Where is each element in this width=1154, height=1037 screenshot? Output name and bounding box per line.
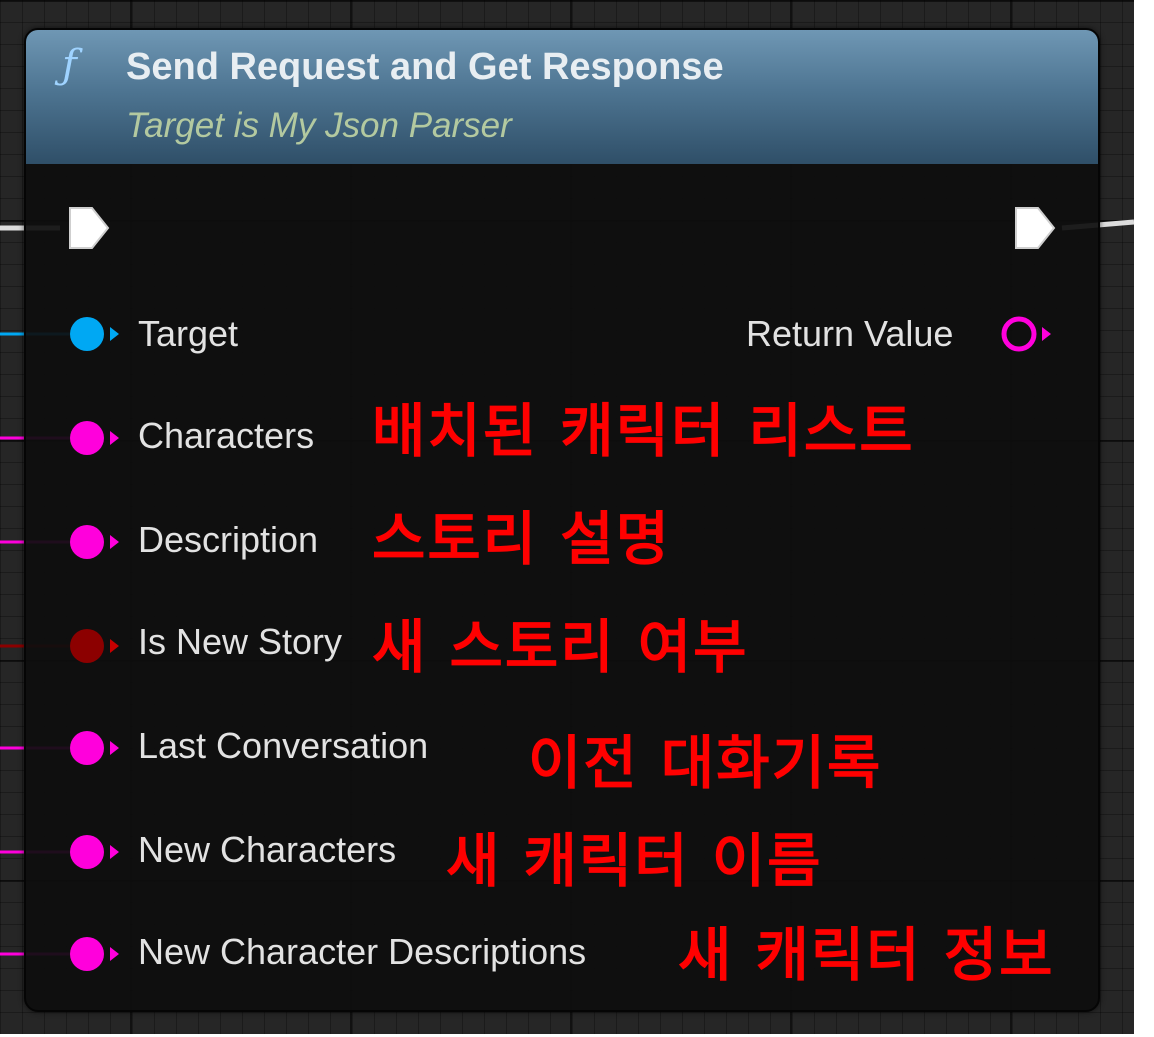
characters-pin-arrow-icon <box>110 431 119 445</box>
last-conversation-pin-label: Last Conversation <box>138 725 429 766</box>
characters-pin-icon[interactable] <box>68 419 106 457</box>
description-pin-icon[interactable] <box>68 523 106 561</box>
return-value-pin-label: Return Value <box>746 313 954 354</box>
exec-output-pin-icon[interactable] <box>1012 204 1058 252</box>
description-pin-label: Description <box>138 519 319 560</box>
target-pin-arrow-icon <box>110 327 119 341</box>
node-header[interactable]: ƒ Send Request and Get Response Target i… <box>26 30 1098 164</box>
exec-input-pin-icon[interactable] <box>66 204 112 252</box>
is-new-story-pin-label: Is New Story <box>138 621 343 662</box>
is-new-story-annotation: 새 스토리 여부 <box>372 613 749 681</box>
is-new-story-pin-arrow-icon <box>110 639 119 653</box>
target-pin-icon[interactable] <box>68 315 106 353</box>
new-characters-annotation: 새 캐릭터 이름 <box>446 827 823 895</box>
description-pin-arrow-icon <box>110 535 119 549</box>
last-conversation-pin-arrow-icon <box>110 741 119 755</box>
new-character-descriptions-pin-label: New Character Descriptions <box>138 931 587 972</box>
characters-annotation: 배치된 캐릭터 리스트 <box>372 397 915 465</box>
node-subtitle: Target is My Json Parser <box>126 106 512 145</box>
new-character-descriptions-annotation: 새 캐릭터 정보 <box>678 921 1055 989</box>
last-conversation-annotation: 이전 대화기록 <box>528 729 883 797</box>
last-conversation-pin-icon[interactable] <box>68 729 106 767</box>
new-character-descriptions-pin-icon[interactable] <box>68 935 106 973</box>
description-annotation: 스토리 설명 <box>372 505 671 573</box>
new-characters-pin-arrow-icon <box>110 845 119 859</box>
new-character-descriptions-pin-arrow-icon <box>110 947 119 961</box>
return-value-pin-arrow-icon <box>1042 327 1051 341</box>
new-characters-pin-icon[interactable] <box>68 833 106 871</box>
function-icon: ƒ <box>62 42 77 88</box>
return-value-pin-icon[interactable] <box>1000 315 1038 353</box>
characters-pin-label: Characters <box>138 415 315 456</box>
is-new-story-pin-icon[interactable] <box>68 627 106 665</box>
new-characters-pin-label: New Characters <box>138 829 397 870</box>
node-title: Send Request and Get Response <box>126 46 724 88</box>
target-pin-label: Target <box>138 313 239 354</box>
